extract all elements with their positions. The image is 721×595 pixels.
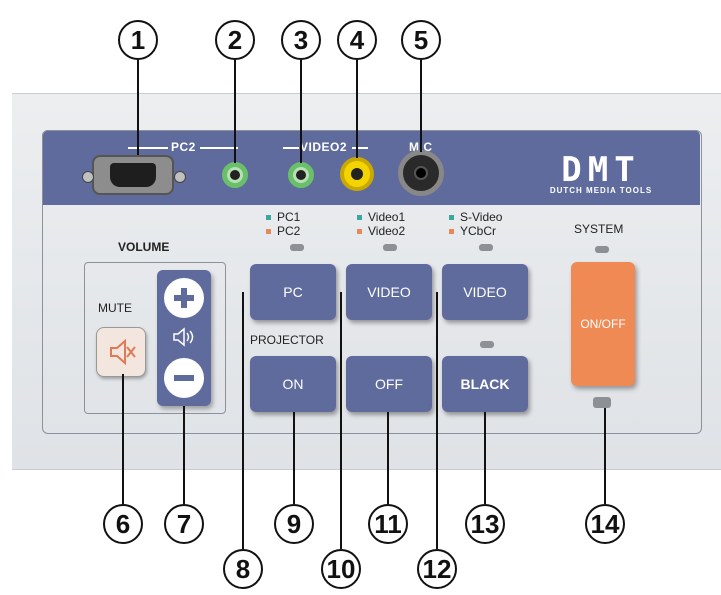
volume-up-button[interactable] xyxy=(164,278,204,318)
leader-line-6 xyxy=(122,374,124,504)
system-indicator xyxy=(593,397,611,408)
system-onoff-button[interactable]: ON/OFF xyxy=(571,262,635,386)
callout-11: 11 xyxy=(368,504,408,544)
leader-line-1 xyxy=(137,60,139,155)
leader-line-13 xyxy=(484,412,486,504)
video-button[interactable]: VIDEO xyxy=(346,264,432,320)
leader-line-2 xyxy=(234,60,236,163)
speaker-icon xyxy=(173,327,194,347)
black-led xyxy=(480,341,494,348)
leader-line-8 xyxy=(242,292,244,549)
callout-10: 10 xyxy=(321,549,361,589)
source-label-pc1: PC1 xyxy=(266,210,300,224)
rca-jack-icon[interactable] xyxy=(340,157,374,191)
leader-line-12 xyxy=(436,292,438,549)
callout-7: 7 xyxy=(164,504,204,544)
video2-bracket-left xyxy=(283,147,299,149)
source-label-video1: Video1 xyxy=(357,210,405,224)
projector-label: PROJECTOR xyxy=(250,333,324,347)
leader-line-9 xyxy=(293,412,295,504)
pc2-bracket-right xyxy=(200,147,238,149)
system-label: SYSTEM xyxy=(574,222,624,236)
mute-button[interactable] xyxy=(96,327,146,377)
leader-line-5 xyxy=(420,60,422,152)
volume-label: VOLUME xyxy=(118,240,170,254)
volume-down-button[interactable] xyxy=(164,358,204,398)
callout-2: 2 xyxy=(215,20,255,60)
vga-socket xyxy=(110,163,156,187)
audio-jack-icon[interactable] xyxy=(288,162,314,188)
dmt-logo: DMT DUTCH MEDIA TOOLS xyxy=(526,150,676,196)
callout-3: 3 xyxy=(281,20,321,60)
svideo-led xyxy=(479,244,493,251)
callout-14: 14 xyxy=(585,504,625,544)
projector-off-button[interactable]: OFF xyxy=(346,356,432,412)
callout-1: 1 xyxy=(118,20,158,60)
minus-icon xyxy=(174,375,194,381)
volume-control xyxy=(157,270,211,406)
callout-5: 5 xyxy=(401,20,441,60)
leader-line-4 xyxy=(356,60,358,158)
callout-13: 13 xyxy=(465,504,505,544)
callout-9: 9 xyxy=(274,504,314,544)
callout-6: 6 xyxy=(103,504,143,544)
plus-icon xyxy=(174,288,194,308)
callout-8: 8 xyxy=(223,549,263,589)
pc-led xyxy=(290,244,304,251)
vga-screw-right xyxy=(174,171,186,183)
callout-12: 12 xyxy=(417,549,457,589)
video-led xyxy=(383,244,397,251)
pc2-bracket-left xyxy=(128,147,168,149)
mic-jack-icon[interactable] xyxy=(398,150,444,196)
svideo-button[interactable]: VIDEO xyxy=(442,264,528,320)
source-label-svideo: S-Video xyxy=(449,210,502,224)
leader-line-7 xyxy=(183,406,185,504)
vga-screw-left xyxy=(82,171,94,183)
pc2-port-label: PC2 xyxy=(171,140,196,154)
callout-4: 4 xyxy=(337,20,377,60)
leader-line-10 xyxy=(340,292,342,549)
logo-text: DMT xyxy=(561,150,641,190)
video2-bracket-right xyxy=(352,147,368,149)
system-led xyxy=(595,246,609,253)
audio-jack-icon[interactable] xyxy=(222,162,248,188)
source-label-ycbcr: YCbCr xyxy=(449,224,496,238)
mute-label: MUTE xyxy=(98,301,132,315)
leader-line-11 xyxy=(387,412,389,504)
source-label-pc2: PC2 xyxy=(266,224,300,238)
speaker-mute-icon xyxy=(110,338,136,366)
leader-line-14 xyxy=(604,408,606,504)
projector-on-button[interactable]: ON xyxy=(250,356,336,412)
black-button[interactable]: BLACK xyxy=(442,356,528,412)
source-label-video2: Video2 xyxy=(357,224,405,238)
video2-port-label: VIDEO2 xyxy=(300,140,348,154)
logo-subtitle: DUTCH MEDIA TOOLS xyxy=(549,186,653,195)
vga-port-icon[interactable] xyxy=(82,155,186,195)
leader-line-3 xyxy=(300,60,302,163)
pc-button[interactable]: PC xyxy=(250,264,336,320)
